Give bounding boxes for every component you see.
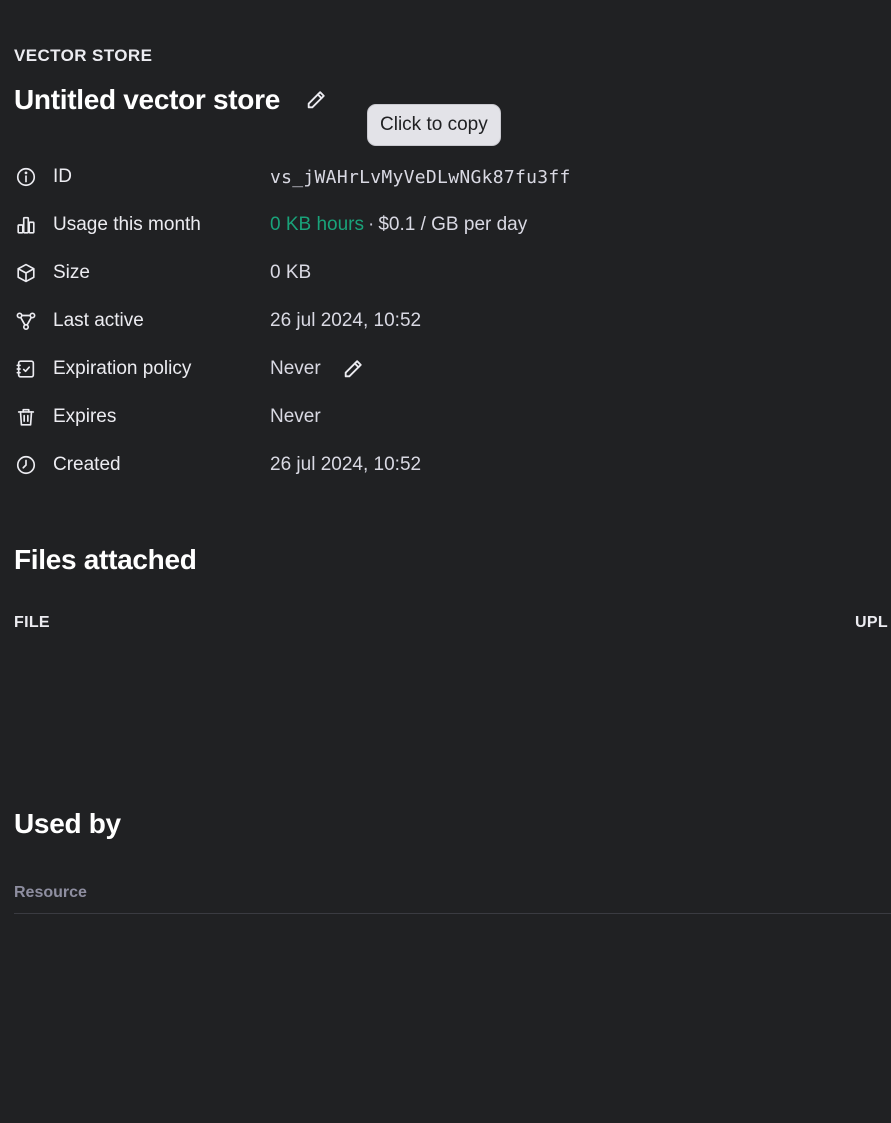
edit-expiration-button[interactable] xyxy=(341,357,365,381)
expires-value: Never xyxy=(270,406,321,427)
files-attached-title: Files attached xyxy=(14,544,197,575)
usage-rate: $0.1 / GB per day xyxy=(378,214,528,235)
usage-label: Usage this month xyxy=(53,214,201,235)
expiration-policy-text: Never xyxy=(270,358,321,379)
table-divider xyxy=(14,913,891,914)
detail-row-expires: Expires Never xyxy=(14,393,874,441)
size-value: 0 KB xyxy=(270,262,312,283)
expires-label: Expires xyxy=(53,406,117,427)
title-row: Untitled vector store xyxy=(14,84,328,116)
used-by-title: Used by xyxy=(14,808,121,839)
detail-row-created: Created 26 jul 2024, 10:52 xyxy=(14,441,874,489)
expiration-policy-label: Expiration policy xyxy=(53,358,192,379)
pencil-icon xyxy=(344,360,362,378)
file-column-header: FILE xyxy=(14,614,50,631)
pencil-icon xyxy=(307,91,325,109)
cube-icon xyxy=(14,261,38,285)
size-label: Size xyxy=(53,262,90,283)
copy-tooltip: Click to copy xyxy=(367,104,501,146)
page-title: Untitled vector store xyxy=(14,84,280,115)
detail-row-last-active: Last active 26 jul 2024, 10:52 xyxy=(14,297,874,345)
section-eyebrow: VECTOR STORE xyxy=(14,46,153,65)
usage-value: 0 KB hours · $0.1 / GB per day xyxy=(270,214,527,236)
uploaded-column-header: UPL xyxy=(855,614,888,631)
bar-chart-icon xyxy=(14,213,38,237)
nodes-icon xyxy=(14,309,38,333)
info-circle-icon xyxy=(14,165,38,189)
edit-title-button[interactable] xyxy=(304,88,328,112)
resource-column-header: Resource xyxy=(14,884,87,901)
usage-separator: · xyxy=(368,214,375,235)
created-label: Created xyxy=(53,454,121,475)
last-active-label: Last active xyxy=(53,310,144,331)
detail-row-expiration-policy: Expiration policy Never xyxy=(14,345,874,393)
calendar-check-icon xyxy=(14,357,38,381)
detail-row-usage: Usage this month 0 KB hours · $0.1 / GB … xyxy=(14,201,874,249)
detail-row-id: ID vs_jWAHrLvMyVeDLwNGk87fu3ff xyxy=(14,153,874,201)
usage-kb-hours: 0 KB hours xyxy=(270,214,364,235)
last-active-value: 26 jul 2024, 10:52 xyxy=(270,310,422,331)
expiration-policy-value: Never xyxy=(270,357,365,381)
vector-store-page: VECTOR STORE Untitled vector store Click… xyxy=(0,0,891,1123)
detail-row-size: Size 0 KB xyxy=(14,249,874,297)
created-value: 26 jul 2024, 10:52 xyxy=(270,454,422,475)
details-list: ID vs_jWAHrLvMyVeDLwNGk87fu3ff Usage thi… xyxy=(14,153,874,489)
id-value-copy[interactable]: vs_jWAHrLvMyVeDLwNGk87fu3ff xyxy=(270,167,571,188)
id-label: ID xyxy=(53,166,72,187)
clock-icon xyxy=(14,453,38,477)
trash-icon xyxy=(14,405,38,429)
